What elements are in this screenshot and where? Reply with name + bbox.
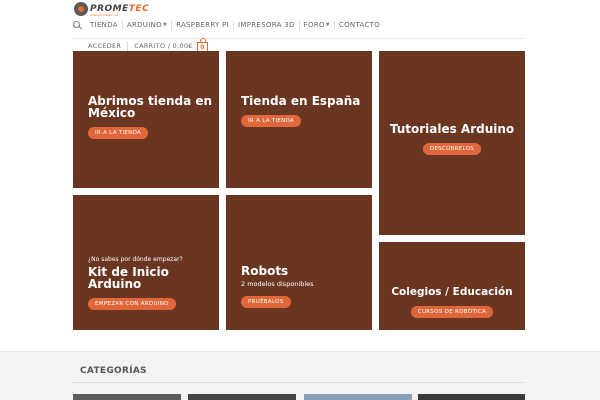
banner-kicker: ¿No sabes por dónde empezar? (88, 256, 183, 263)
go-to-store-button[interactable]: IR A LA TIENDA (241, 115, 302, 127)
banner-title: Kit de Inicio Arduino (88, 265, 169, 291)
nav-divider (121, 20, 123, 30)
search-icon[interactable] (72, 20, 82, 30)
chevron-down-icon: ▼ (325, 22, 330, 28)
nav-item-raspberry-pi[interactable]: RASPBERRY PI (176, 21, 229, 29)
category-thumbnail[interactable] (418, 394, 525, 400)
banner-spain-store[interactable]: Tienda en España IR A LA TIENDA (226, 51, 372, 188)
logo-url: www.prometec.net (90, 13, 119, 17)
nav-item-impresora-3d[interactable]: IMPRESORA 3D (238, 21, 295, 29)
banner-title: Tienda en España (241, 94, 361, 108)
cart-link[interactable]: CARRITO / 0,00€ (134, 42, 192, 50)
cart-count: 0 (200, 43, 205, 51)
go-to-store-button[interactable]: IR A LA TIENDA (88, 127, 149, 139)
gear-logo-icon (74, 2, 88, 16)
nav-divider (333, 20, 335, 30)
category-thumbnail[interactable] (188, 394, 296, 400)
category-thumbnail[interactable] (304, 394, 412, 400)
nav-divider (298, 20, 300, 30)
nav-divider (171, 20, 173, 30)
nav-divider (233, 20, 235, 30)
robotics-courses-button[interactable]: CURSOS DE ROBÓTICA (410, 306, 494, 318)
banner-schools-education[interactable]: Colegios / Educación CURSOS DE ROBÓTICA (379, 242, 525, 330)
banner-title: Robots (241, 264, 289, 278)
chevron-down-icon: ▼ (162, 22, 168, 28)
banner-starter-kit[interactable]: ¿No sabes por dónde empezar? Kit de Inic… (73, 195, 219, 330)
banner-mexico-store[interactable]: Abrimos tienda en México IR A LA TIENDA (73, 51, 219, 188)
banner-title: Tutoriales Arduino (389, 122, 515, 136)
banner-title: Abrimos tienda en México (88, 94, 213, 120)
banner-arduino-tutorials[interactable]: Tutoriales Arduino DESCÚBRELOS (379, 51, 525, 235)
header-divider (72, 38, 525, 39)
category-thumbnail[interactable] (73, 394, 181, 400)
banner-title: Colegios / Educación (391, 286, 513, 298)
discover-button[interactable]: DESCÚBRELOS (422, 143, 482, 155)
banner-robots[interactable]: Robots 2 modelos disponibles PRUÉBALOS (226, 195, 372, 330)
nav-item-contacto[interactable]: CONTACTO (339, 21, 380, 29)
try-robots-button[interactable]: PRUÉBALOS (241, 296, 291, 308)
categories-divider (73, 382, 525, 383)
categories-title: CATEGORÍAS (80, 366, 147, 376)
main-nav: TIENDA ARDUINO ▼ RASPBERRY PI IMPRESORA 3… (72, 18, 380, 32)
nav-item-tienda[interactable]: TIENDA (90, 21, 118, 29)
start-arduino-button[interactable]: EMPEZAR CON ARDUINO (88, 298, 176, 310)
account-divider (127, 41, 129, 51)
login-link[interactable]: ACCEDER (88, 42, 121, 50)
nav-item-arduino[interactable]: ARDUINO ▼ (127, 21, 167, 29)
nav-item-foro[interactable]: FORO ▼ (304, 21, 330, 29)
banner-subtitle: 2 modelos disponibles (241, 280, 314, 288)
